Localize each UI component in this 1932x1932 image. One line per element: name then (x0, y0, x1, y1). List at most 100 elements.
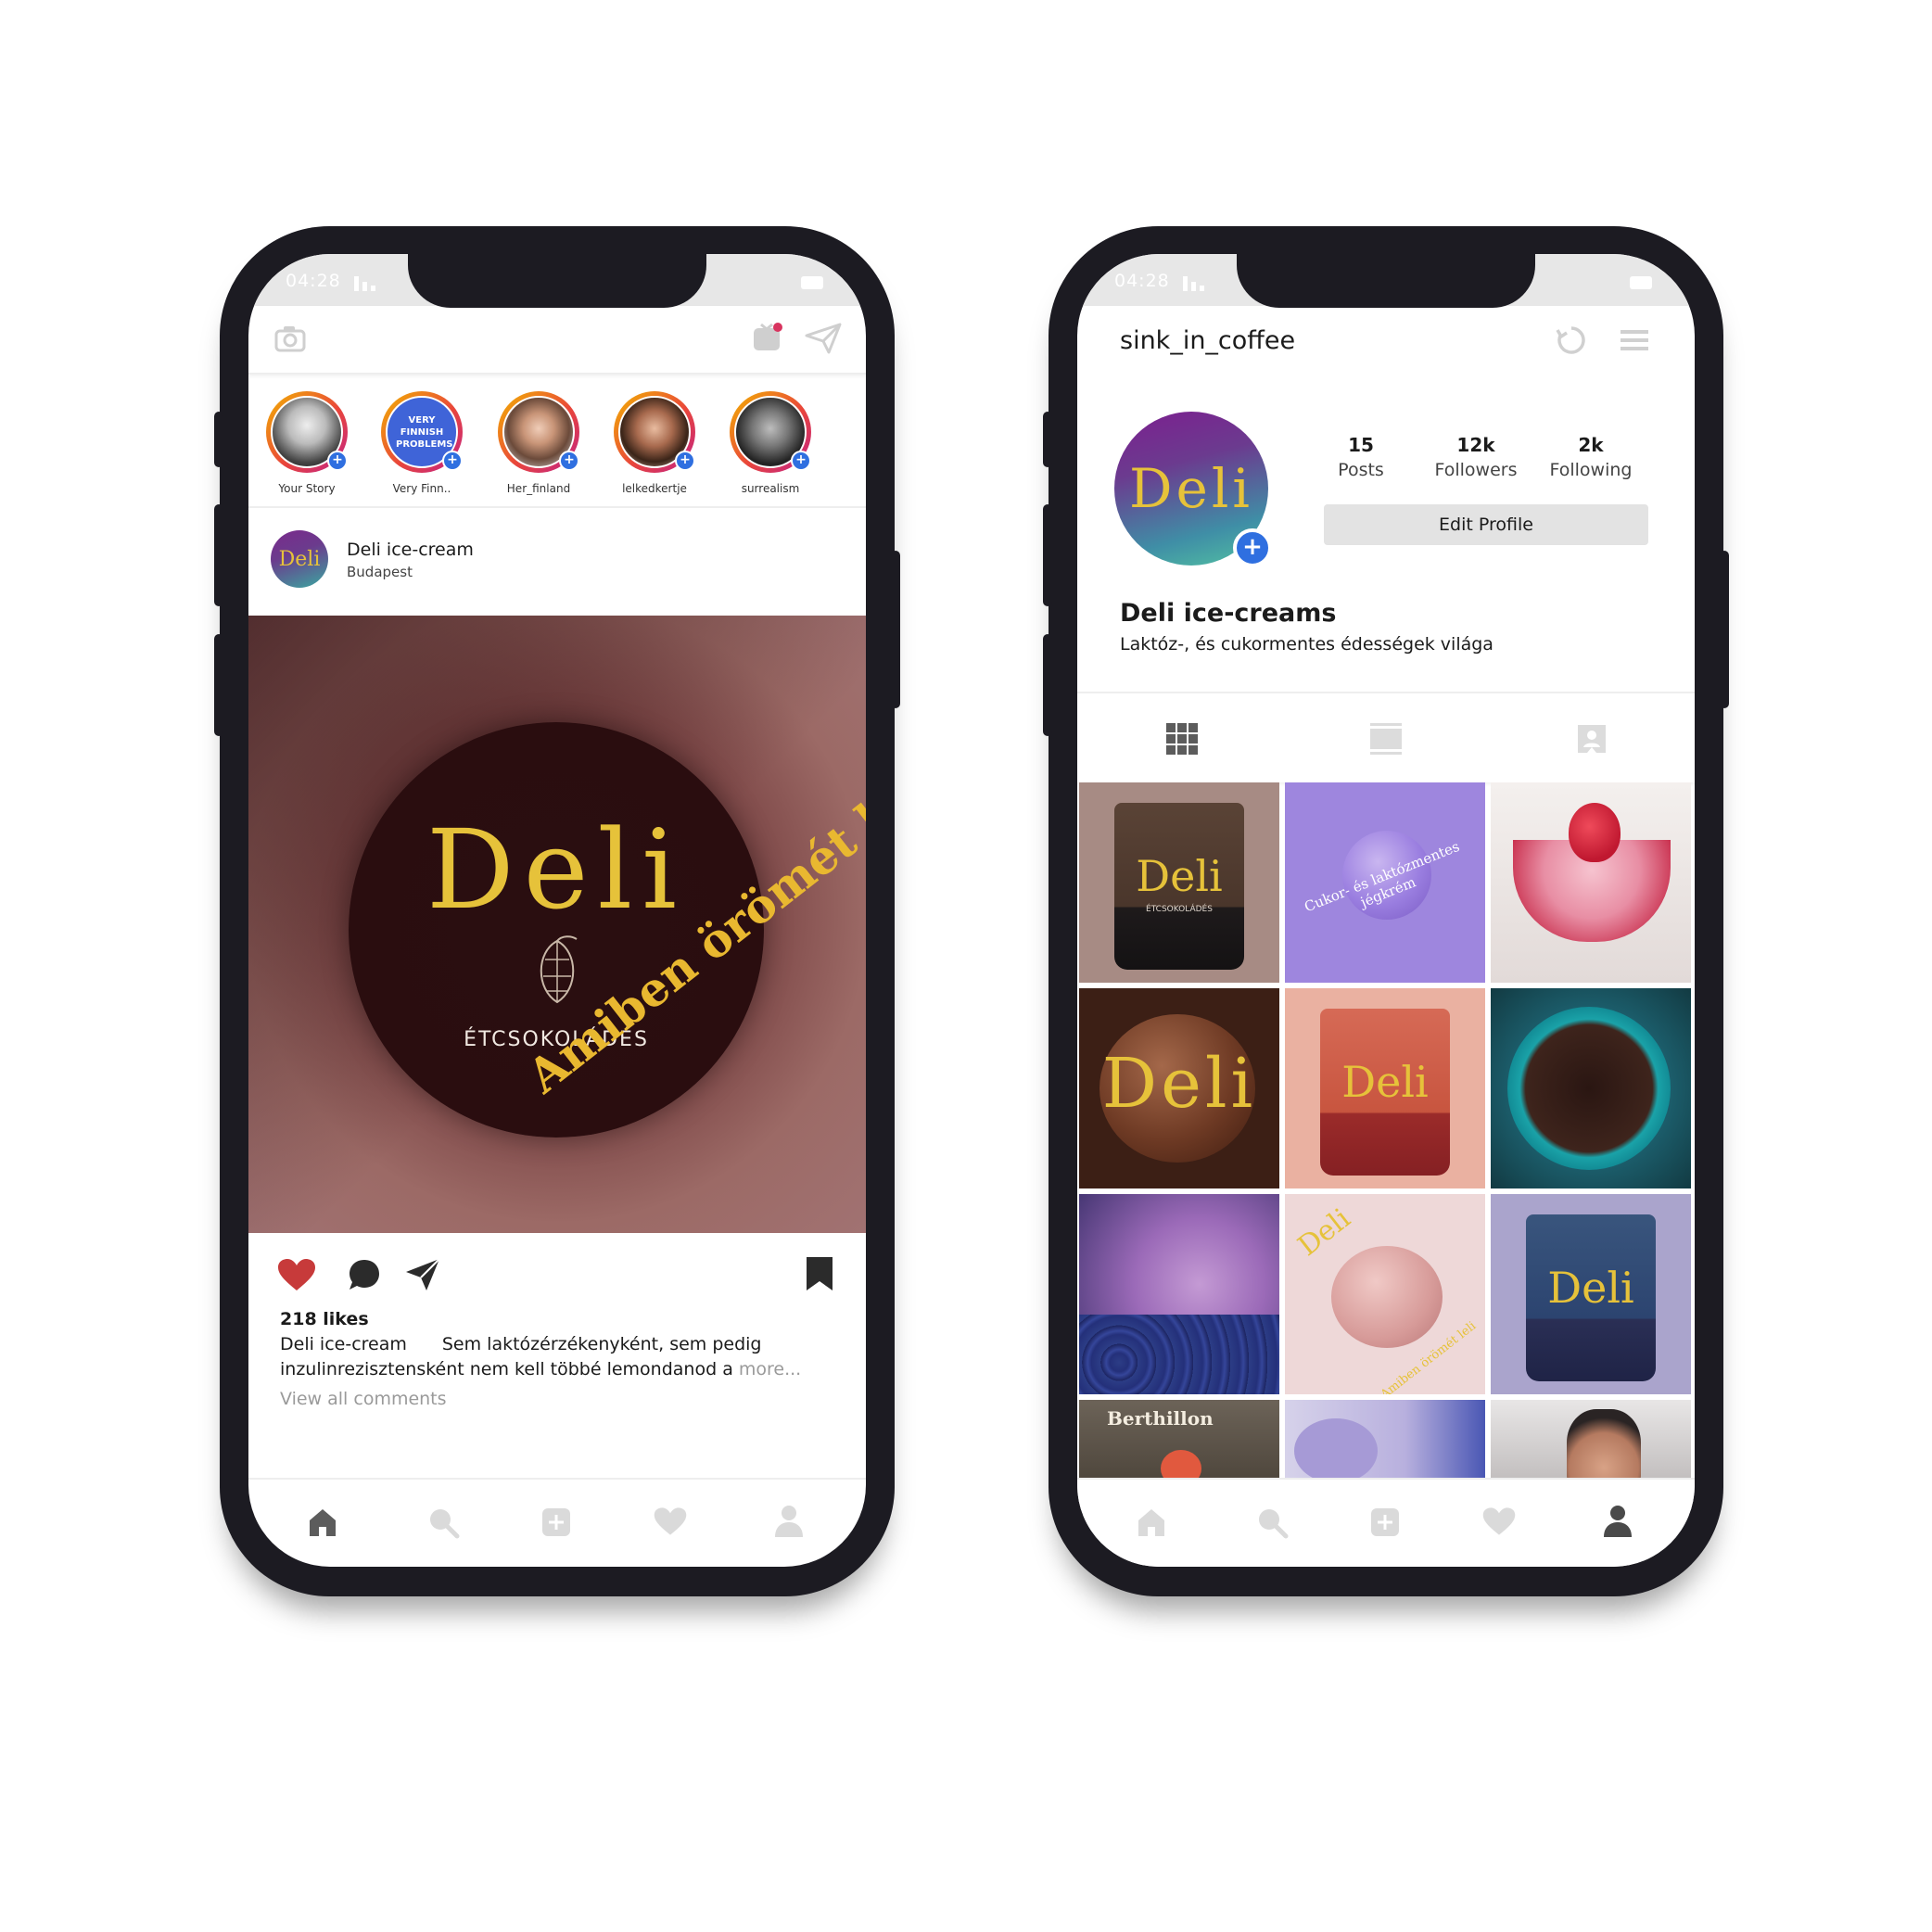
search-icon[interactable] (426, 1506, 460, 1539)
grid-post[interactable] (1491, 988, 1691, 1188)
add-icon: + (675, 451, 695, 471)
activity-heart-icon[interactable] (1481, 1506, 1517, 1537)
grid-post[interactable]: Deli ÉTCSOKOLÁDÉS (1079, 782, 1279, 983)
caption-user[interactable]: Deli ice-cream (280, 1334, 407, 1354)
story-avatar: + (498, 391, 579, 473)
story-label: Your Story (278, 482, 336, 495)
stat-posts[interactable]: 15 Posts (1300, 434, 1422, 480)
story-label: surrealism (741, 482, 800, 495)
menu-icon[interactable] (1619, 328, 1650, 352)
side-button (1043, 412, 1052, 467)
battery-icon (1630, 276, 1652, 289)
add-post-icon[interactable] (1368, 1506, 1402, 1539)
bookmark-icon[interactable] (805, 1255, 834, 1292)
view-comments-link[interactable]: View all comments (280, 1387, 836, 1412)
profile-top-bar: sink_in_coffee (1077, 306, 1695, 373)
avatar-brand-text: Deli (278, 547, 321, 571)
grid-post[interactable]: Deli (1079, 988, 1279, 1188)
post-avatar[interactable]: Deli (271, 530, 328, 588)
likes-count[interactable]: 218 likes (280, 1307, 836, 1332)
caption-line: Deli ice-cream Sem laktózérzékenyként, se… (280, 1332, 836, 1357)
comment-icon[interactable] (347, 1257, 382, 1292)
home-icon[interactable] (306, 1506, 339, 1539)
grid-post[interactable]: Deli Amiben örömét leli (1285, 1194, 1485, 1394)
story-your-story[interactable]: + Your Story (256, 391, 358, 495)
tile-brand: Deli (1136, 851, 1223, 901)
avatar-brand-text: Deli (1129, 457, 1253, 520)
add-story-icon[interactable]: + (1233, 528, 1272, 567)
side-button (1043, 634, 1052, 736)
add-icon: + (791, 451, 811, 471)
post-location[interactable]: Budapest (347, 564, 413, 580)
grid-post[interactable]: Cukor- és laktózmentes jégkrém (1285, 782, 1485, 983)
grid-tab-icon[interactable] (1166, 723, 1198, 755)
grid-post[interactable] (1491, 782, 1691, 983)
side-button (891, 551, 900, 708)
stat-value: 12k (1456, 434, 1495, 456)
tub-image: Deli (1320, 1009, 1450, 1176)
edit-profile-button[interactable]: Edit Profile (1324, 504, 1648, 545)
tile-brand: Deli (1101, 1044, 1257, 1124)
grid-post[interactable] (1079, 1194, 1279, 1394)
profile-icon[interactable] (1602, 1504, 1633, 1539)
history-icon[interactable] (1556, 324, 1587, 356)
direct-message-icon[interactable] (805, 323, 842, 354)
tub-image: Deli ÉTCSOKOLÁDÉS (1114, 803, 1244, 970)
notch (1237, 254, 1535, 308)
post-image[interactable]: Deli ÉTCSOKOLÁDÉS Amiben örömét leli (248, 616, 866, 1233)
side-button (1720, 551, 1729, 708)
bowl-image (1507, 1007, 1671, 1170)
profile-avatar[interactable]: Deli + (1114, 412, 1272, 567)
add-post-icon[interactable] (540, 1506, 573, 1539)
side-button (214, 634, 223, 736)
post-account-name[interactable]: Deli ice-cream (347, 540, 474, 560)
signal-icon (1183, 276, 1204, 291)
story-label: Very Finn.. (392, 482, 451, 495)
story-surrealism[interactable]: + surrealism (719, 391, 821, 495)
story-very-finnish[interactable]: VERY FINNISH PROBLEMS + Very Finn.. (371, 391, 473, 495)
stat-label: Followers (1434, 460, 1518, 480)
profile-screen: 04:28 sink_in_coffee Deli + 15 Posts 12k… (1077, 254, 1695, 1567)
cocoa-pod-icon (540, 935, 578, 1004)
home-icon[interactable] (1135, 1506, 1168, 1539)
add-icon: + (327, 451, 348, 471)
feed-tab-icon[interactable] (1370, 723, 1402, 755)
stat-value: 15 (1348, 434, 1374, 456)
story-avatar: + (730, 391, 811, 473)
battery-icon (801, 276, 823, 289)
stat-label: Posts (1338, 460, 1384, 480)
more-link[interactable]: more... (739, 1359, 801, 1379)
scoop-image (1331, 1246, 1443, 1348)
side-button (1043, 504, 1052, 606)
tagged-tab-icon[interactable] (1576, 723, 1608, 755)
notch (408, 254, 706, 308)
side-button (214, 504, 223, 606)
lid-brand: Deli (426, 806, 686, 934)
phone-feed: 04:28 + Your Story VERY FINNISH PROBLEMS… (214, 226, 900, 1596)
stat-followers[interactable]: 12k Followers (1415, 434, 1537, 480)
stat-following[interactable]: 2k Following (1530, 434, 1652, 480)
grid-post[interactable]: Deli (1491, 1194, 1691, 1394)
share-icon[interactable] (404, 1257, 441, 1292)
stories-row: + Your Story VERY FINNISH PROBLEMS + Ver… (248, 376, 866, 508)
igtv-icon[interactable] (751, 321, 784, 354)
story-avatar: + (614, 391, 695, 473)
profile-tabs (1077, 692, 1695, 782)
tile-brand: Deli (1547, 1263, 1634, 1313)
add-icon: + (559, 451, 579, 471)
story-lelkedkertje[interactable]: + lelkedkertje (604, 391, 705, 495)
story-her-finland[interactable]: + Her_finland (488, 391, 590, 495)
story-avatar: VERY FINNISH PROBLEMS + (381, 391, 463, 473)
heart-icon[interactable] (276, 1257, 317, 1292)
caption-text: Sem laktózérzékenyként, sem pedig (441, 1334, 762, 1354)
camera-icon[interactable] (274, 324, 306, 352)
search-icon[interactable] (1255, 1506, 1289, 1539)
story-art-text: VERY FINNISH PROBLEMS (396, 414, 453, 450)
grid-post[interactable]: Deli (1285, 988, 1485, 1188)
profile-username: sink_in_coffee (1120, 326, 1296, 355)
scoop-image (1294, 1418, 1378, 1483)
profile-icon[interactable] (773, 1504, 805, 1539)
profile-display-name: Deli ice-creams (1120, 599, 1337, 628)
activity-heart-icon[interactable] (653, 1506, 688, 1537)
blueberries-image (1079, 1315, 1279, 1394)
